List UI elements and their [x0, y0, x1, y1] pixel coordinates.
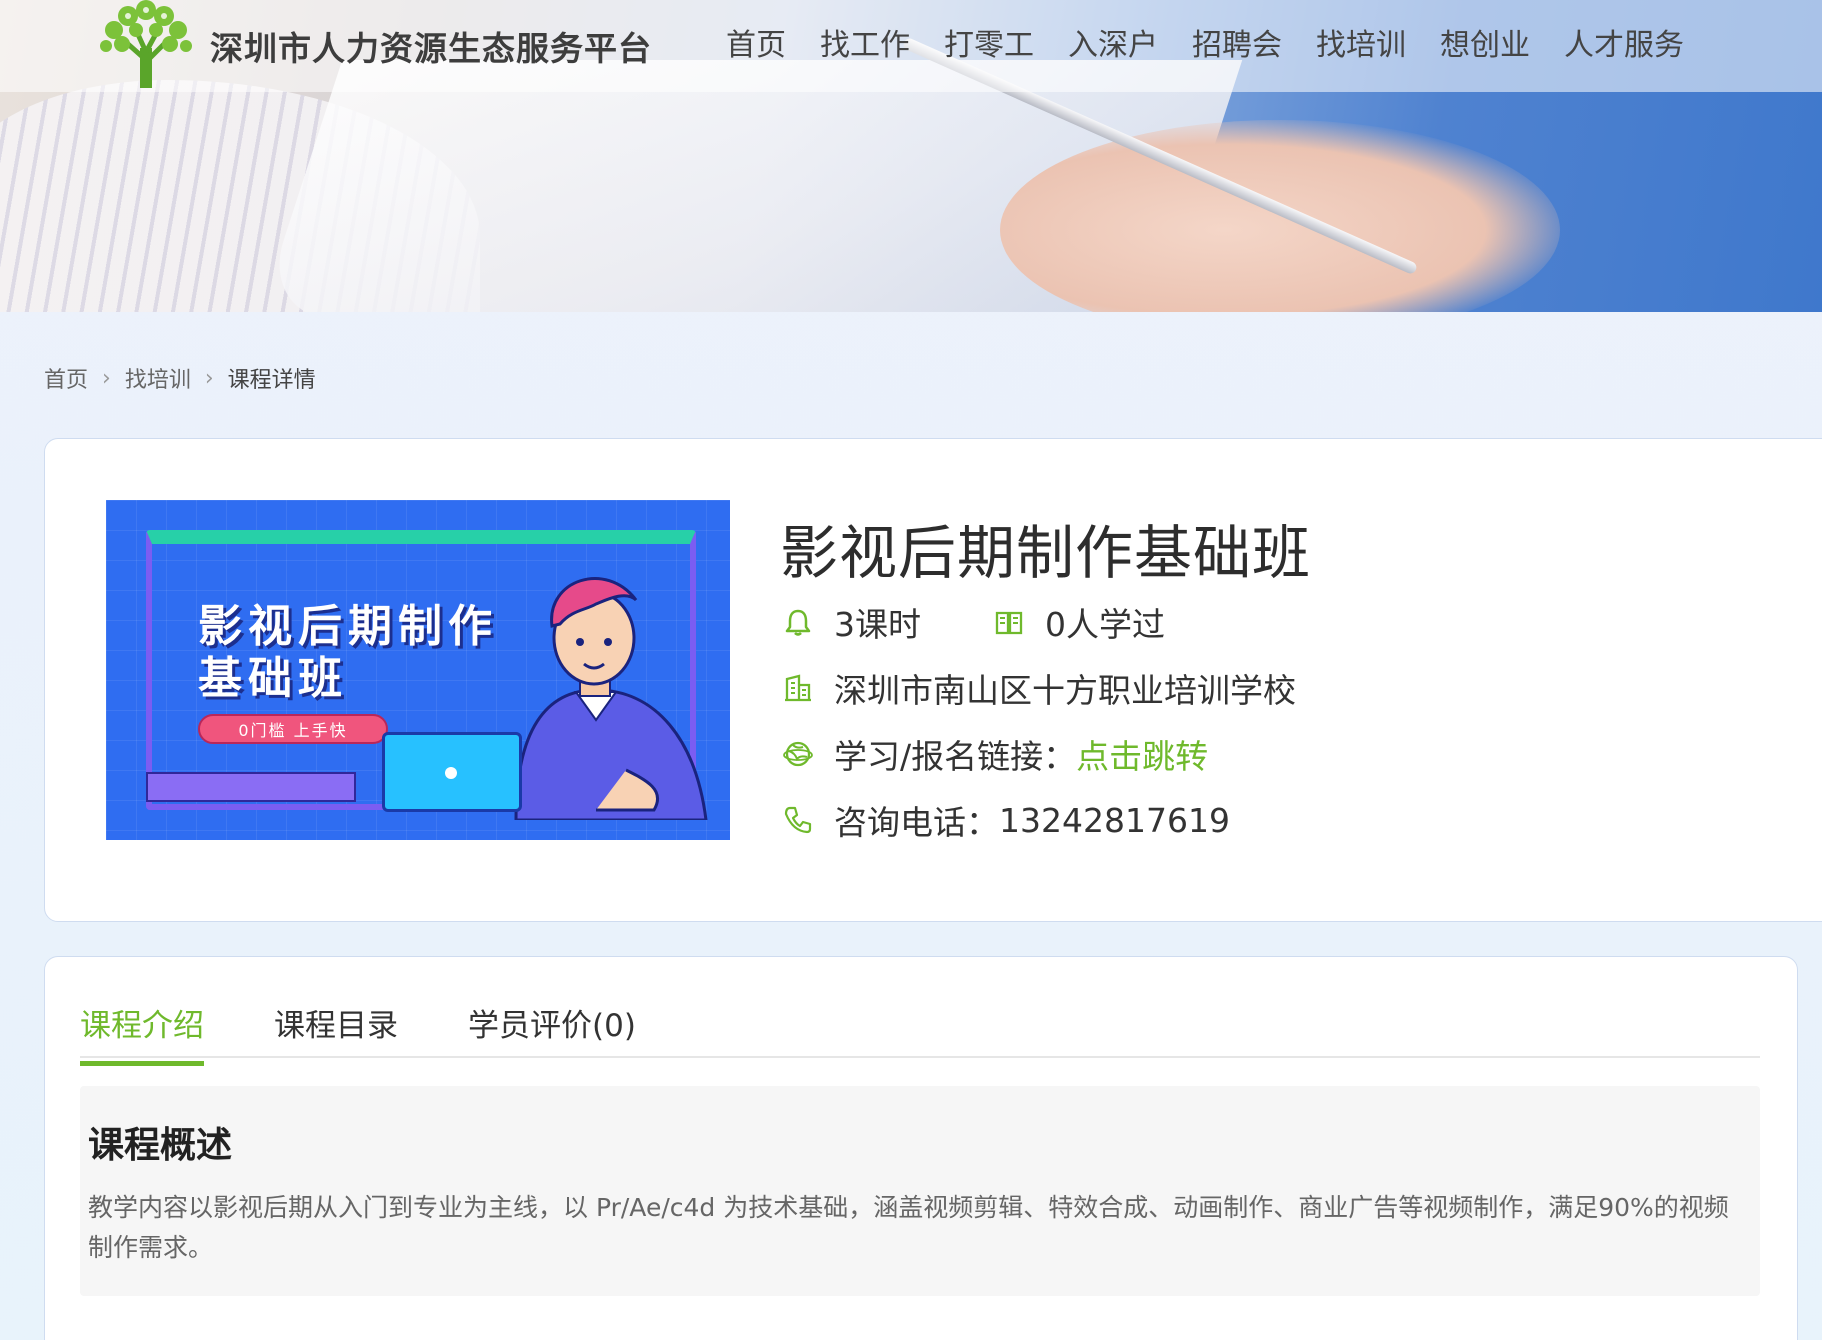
cover-bottom-bar [146, 772, 356, 802]
tab-student-reviews[interactable]: 学员评价(0) [468, 1000, 636, 1061]
book-icon [993, 606, 1025, 638]
course-learners-value: 0人学过 [1045, 605, 1165, 644]
nav-item-startup[interactable]: 想创业 [1440, 20, 1530, 64]
course-school: 深圳市南山区十方职业培训学校 [782, 664, 1296, 712]
logo-tree-icon [100, 0, 192, 88]
cover-tagline: 0门槛 上手快 [198, 714, 388, 744]
nav-item-home[interactable]: 首页 [726, 20, 786, 64]
breadcrumb-home[interactable]: 首页 [44, 362, 88, 394]
course-tabs: 课程介绍 课程目录 学员评价(0) [80, 1000, 706, 1066]
course-school-name: 深圳市南山区十方职业培训学校 [834, 671, 1296, 710]
course-phone: 咨询电话： 13242817619 [782, 796, 1230, 844]
course-hours-value: 3课时 [834, 605, 921, 644]
course-overview: 课程概述 教学内容以影视后期从入门到专业为主线，以 Pr/Ae/c4d 为技术基… [80, 1086, 1760, 1296]
course-link-label: 学习/报名链接： [834, 737, 1077, 776]
tabs-divider [80, 1056, 1760, 1058]
overview-heading: 课程概述 [88, 1125, 233, 1166]
nav-item-talent-services[interactable]: 人才服务 [1564, 20, 1684, 64]
tab-course-catalog[interactable]: 课程目录 [274, 1000, 398, 1061]
nav-item-gig-work[interactable]: 打零工 [944, 20, 1034, 64]
course-learners: 0人学过 [993, 598, 1165, 646]
course-link-button[interactable]: 点击跳转 [1076, 730, 1208, 778]
nav-item-hukou[interactable]: 入深户 [1068, 20, 1158, 64]
building-icon [782, 672, 814, 704]
course-stats: 3课时 0人学过 [782, 598, 1165, 646]
main-nav: 首页 找工作 打零工 入深户 招聘会 找培训 想创业 人才服务 [726, 0, 1718, 84]
course-hours: 3课时 [782, 598, 921, 646]
breadcrumb-training[interactable]: 找培训 [125, 362, 191, 394]
cover-title-line2: 基础班 [198, 653, 348, 704]
nav-item-jobs[interactable]: 找工作 [820, 20, 910, 64]
globe-icon [782, 738, 814, 770]
course-phone-number: 13242817619 [999, 800, 1230, 840]
course-title: 影视后期制作基础班 [780, 519, 1312, 587]
cover-laptop [382, 732, 522, 812]
chevron-right-icon: › [204, 365, 214, 391]
nav-item-training[interactable]: 找培训 [1316, 20, 1406, 64]
course-link: 学习/报名链接： 点击跳转 [782, 730, 1208, 778]
course-phone-label: 咨询电话： [834, 803, 999, 842]
overview-text: 教学内容以影视后期从入门到专业为主线，以 Pr/Ae/c4d 为技术基础，涵盖视… [88, 1193, 1729, 1262]
site-name: 深圳市人力资源生态服务平台 [210, 29, 652, 68]
breadcrumb: 首页 › 找培训 › 课程详情 [44, 360, 316, 396]
breadcrumb-current: 课程详情 [227, 368, 316, 393]
nav-item-job-fair[interactable]: 招聘会 [1192, 20, 1282, 64]
bell-icon [782, 606, 814, 638]
course-cover-image: 影视后期制作 基础班 0门槛 上手快 [106, 500, 730, 840]
site-logo[interactable]: 深圳市人力资源生态服务平台 [92, 0, 652, 92]
chevron-right-icon: › [102, 365, 111, 391]
top-navbar: 深圳市人力资源生态服务平台 首页 找工作 打零工 入深户 招聘会 找培训 想创业… [0, 0, 1822, 92]
phone-icon [782, 804, 814, 836]
cover-laptop-logo [445, 767, 457, 779]
